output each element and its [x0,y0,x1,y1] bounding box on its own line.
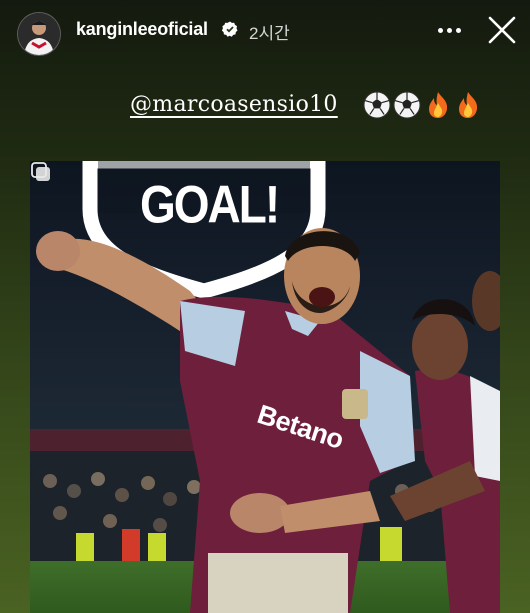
verified-badge-icon [222,21,238,37]
close-icon[interactable] [486,14,518,46]
story-photo[interactable]: GOAL! Betano [30,161,500,613]
soccer-ball-icon [363,91,391,119]
avatar-image [18,13,60,55]
username[interactable]: kanginleeoficial [76,19,208,40]
soccer-ball-icon [393,91,421,119]
post-time: 2시간 [249,24,290,43]
fire-icon [429,92,448,118]
more-options-icon[interactable] [432,16,466,44]
mention-link[interactable]: @marcoasensio10 [130,92,338,117]
story-caption: @marcoasensio10 [130,90,510,130]
goal-sign-text: GOAL! [140,174,280,234]
story-header: kanginleeoficial 2시간 [0,0,530,60]
fire-icon [459,92,478,118]
copy-sticker-icon[interactable] [30,161,52,183]
avatar[interactable] [17,12,61,56]
